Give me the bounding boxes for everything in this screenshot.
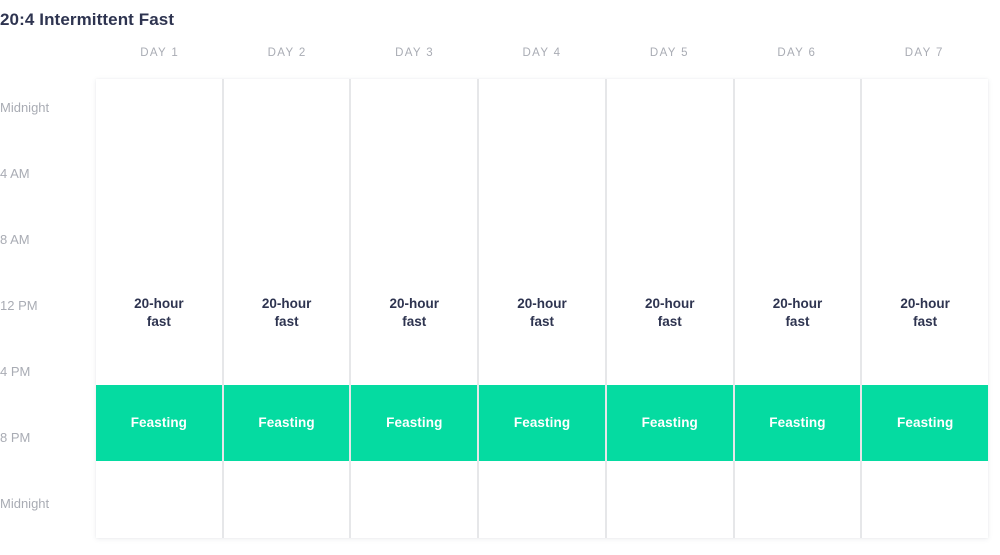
fast-label-line2: fast xyxy=(913,314,938,330)
fast-label-line1: 20-hour xyxy=(134,296,184,312)
day-column-5[interactable]: 20-hour fast Feasting xyxy=(606,79,735,538)
feasting-label: Feasting xyxy=(130,415,188,431)
fast-label-day-6: 20-hour fast xyxy=(735,295,861,331)
intermittent-fast-chart: 20:4 Intermittent Fast DAY 1 DAY 2 DAY 3 DA… xyxy=(0,0,1000,555)
fast-label-line1: 20-hour xyxy=(772,296,823,312)
fast-label-line2: fast xyxy=(402,314,427,330)
day-column-3[interactable]: 20-hour fast Feasting xyxy=(351,79,480,538)
fast-label-line2: fast xyxy=(274,314,299,330)
fast-label-day-1: 20-hour fast xyxy=(96,295,222,331)
day-header-7: DAY 7 xyxy=(904,47,944,59)
feasting-label: Feasting xyxy=(386,415,443,431)
fast-label-line2: fast xyxy=(530,314,555,330)
feasting-band-day-4[interactable]: Feasting xyxy=(479,384,605,462)
time-axis-label-6: Midnight xyxy=(0,496,50,512)
feasting-band-day-7[interactable]: Feasting xyxy=(862,384,989,462)
fast-label-line2: fast xyxy=(785,314,810,330)
day-column-2[interactable]: 20-hour fast Feasting xyxy=(223,79,352,538)
day-column-4[interactable]: 20-hour fast Feasting xyxy=(479,79,607,538)
time-axis-label-3: 12 PM xyxy=(0,298,38,314)
fast-label-day-7: 20-hour fast xyxy=(862,295,988,331)
feasting-label: Feasting xyxy=(258,415,315,431)
time-axis-label-4: 4 PM xyxy=(0,364,31,380)
fast-label-line1: 20-hour xyxy=(517,296,567,312)
feasting-band-day-5[interactable]: Feasting xyxy=(606,384,733,462)
feasting-label: Feasting xyxy=(513,415,571,431)
feasting-band-day-6[interactable]: Feasting xyxy=(734,384,861,462)
time-axis-label-1: 4 AM xyxy=(0,166,30,181)
day-header-3: DAY 3 xyxy=(395,47,435,59)
day-header-6: DAY 6 xyxy=(777,47,817,59)
fast-label-line1: 20-hour xyxy=(644,296,695,312)
time-axis: Midnight 4 AM 8 AM 12 PM 4 PM 8 PM Midnight xyxy=(0,79,92,538)
feasting-band-day-1[interactable]: Feasting xyxy=(96,384,222,462)
time-axis-label-5: 8 PM xyxy=(0,430,31,446)
feasting-band-day-2[interactable]: Feasting xyxy=(223,384,350,462)
day-header-4: DAY 4 xyxy=(522,47,562,59)
page-title: 20:4 Intermittent Fast xyxy=(0,10,175,29)
day-header-1: DAY 1 xyxy=(140,47,180,59)
time-axis-label-2: 8 AM xyxy=(0,232,30,248)
fast-label-line1: 20-hour xyxy=(389,296,440,312)
fast-label-day-2: 20-hour fast xyxy=(224,295,350,331)
fast-label-line2: fast xyxy=(657,314,682,330)
day-column-7[interactable]: 20-hour fast Feasting xyxy=(862,79,989,538)
fast-label-day-4: 20-hour fast xyxy=(479,295,605,331)
day-header-2: DAY 2 xyxy=(267,47,307,59)
day-column-1[interactable]: 20-hour fast Feasting xyxy=(96,79,224,538)
time-axis-label-0: Midnight xyxy=(0,99,50,115)
fast-label-line1: 20-hour xyxy=(900,296,950,312)
day-header-5: DAY 5 xyxy=(649,47,689,59)
day-column-6[interactable]: 20-hour fast Feasting xyxy=(734,79,863,538)
fast-label-day-3: 20-hour fast xyxy=(351,295,477,331)
feasting-label: Feasting xyxy=(897,415,954,431)
fast-label-line1: 20-hour xyxy=(261,296,312,312)
feasting-band-day-3[interactable]: Feasting xyxy=(351,384,478,462)
fast-label-line2: fast xyxy=(146,314,171,330)
feasting-label: Feasting xyxy=(641,415,698,431)
day-header-row: DAY 1 DAY 2 DAY 3 DAY 4 DAY 5 DAY 6 DAY 7 xyxy=(96,43,988,63)
fast-label-day-5: 20-hour fast xyxy=(607,295,733,331)
schedule-grid: 20-hour fast Feasting 20-hour fast Feasting 20… xyxy=(96,79,989,538)
feasting-label: Feasting xyxy=(769,415,826,431)
